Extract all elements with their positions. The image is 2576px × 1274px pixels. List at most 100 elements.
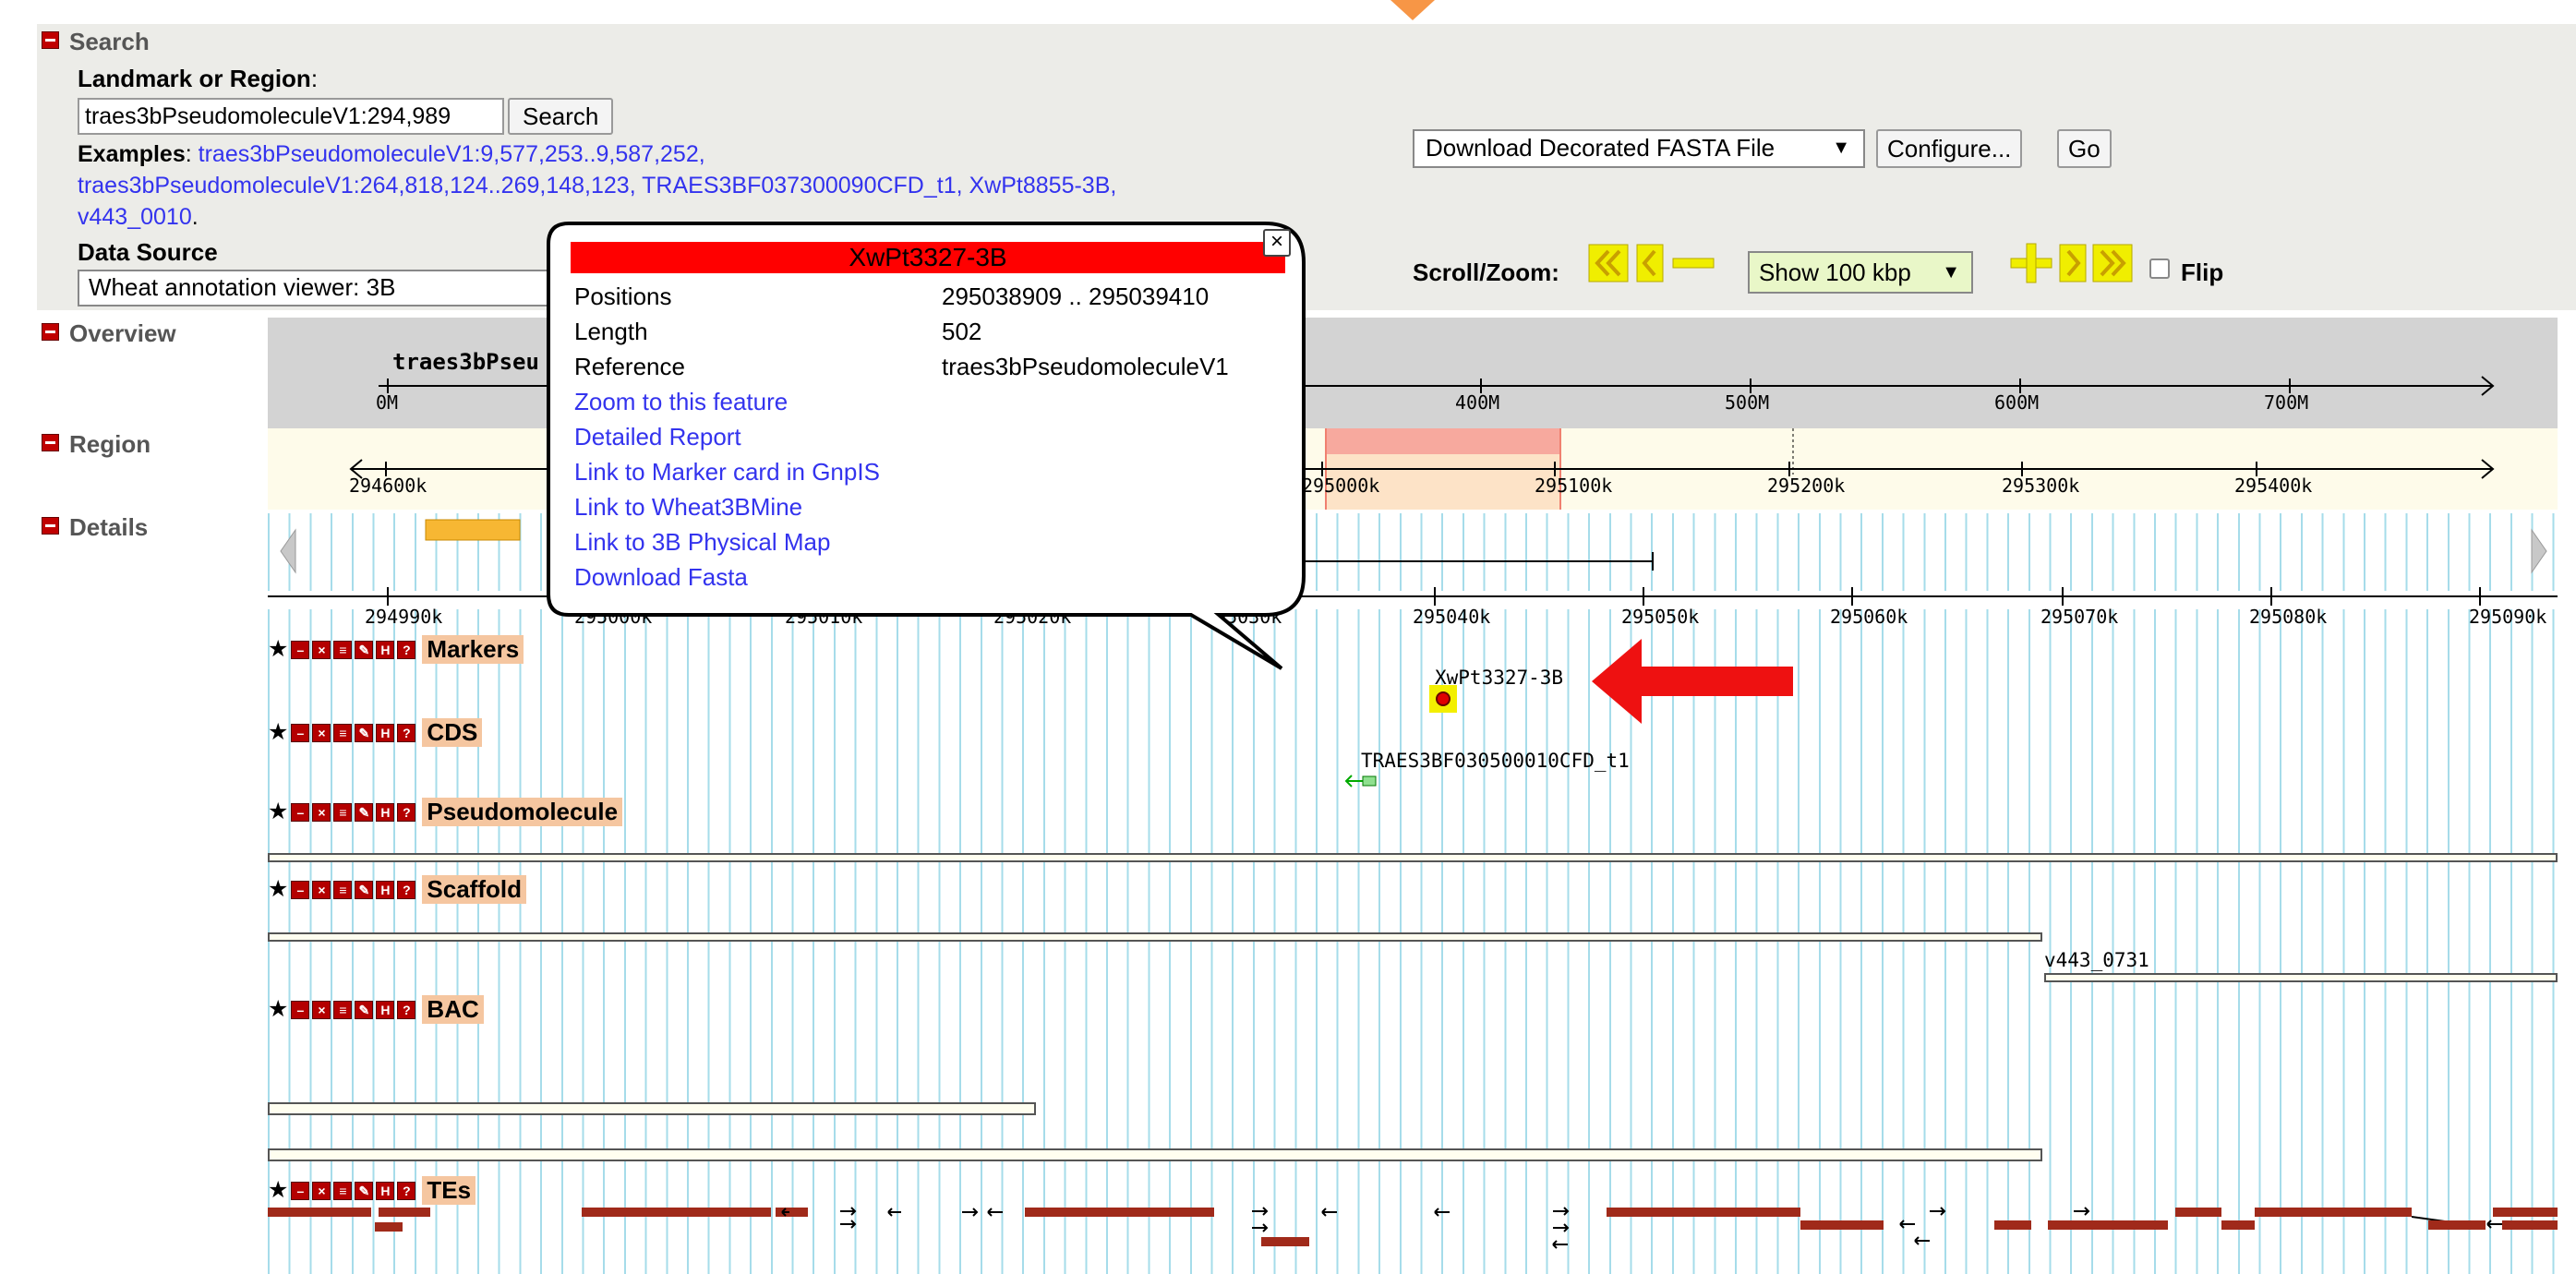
download-track-icon[interactable]: H: [376, 802, 395, 822]
scroll-far-right-icon[interactable]: [2092, 244, 2133, 282]
track-name-label: Scaffold: [422, 875, 526, 904]
bac-feature[interactable]: [2044, 973, 2558, 982]
marker-feature-glyph[interactable]: [1429, 685, 1459, 713]
zoom-out-icon[interactable]: [1671, 249, 1715, 277]
collapse-track-icon[interactable]: –: [291, 723, 310, 742]
configure-button[interactable]: Configure...: [1876, 129, 2023, 168]
pan-right-icon[interactable]: [2528, 528, 2550, 574]
track-header-cds[interactable]: ★ – × ≡ ✎ H ? CDS: [268, 718, 483, 747]
overview-section-title: Overview: [69, 319, 176, 347]
favorite-star-icon[interactable]: ★: [268, 638, 288, 661]
download-track-icon[interactable]: H: [376, 880, 395, 899]
configure-track-icon[interactable]: ✎: [355, 640, 374, 659]
example-link[interactable]: traes3bPseudomoleculeV1:264,818,124..269…: [78, 173, 636, 198]
close-track-icon[interactable]: ×: [312, 723, 331, 742]
example-link[interactable]: XwPt8855-3B,: [969, 173, 1117, 198]
overview-tick-label: 0M: [376, 391, 399, 414]
download-track-icon[interactable]: H: [376, 1000, 395, 1019]
configure-track-icon[interactable]: ✎: [355, 1000, 374, 1019]
wheat3bmine-link[interactable]: Link to Wheat3BMine: [574, 489, 1229, 524]
close-track-icon[interactable]: ×: [312, 1000, 331, 1019]
share-track-icon[interactable]: ≡: [333, 880, 353, 899]
example-link[interactable]: v443_0010: [78, 204, 192, 230]
favorite-star-icon[interactable]: ★: [268, 878, 288, 901]
close-icon[interactable]: ×: [1263, 229, 1291, 257]
download-fasta-link[interactable]: Download Fasta: [574, 559, 1229, 595]
scaffold-feature[interactable]: [268, 932, 2042, 942]
collapse-track-icon[interactable]: –: [291, 1000, 310, 1019]
zoom-to-feature-link[interactable]: Zoom to this feature: [574, 384, 1229, 419]
bac-feature[interactable]: [268, 1148, 2042, 1161]
details-collapse-icon[interactable]: [42, 517, 59, 539]
collapse-track-icon[interactable]: –: [291, 802, 310, 822]
dropdown-arrow-icon: ▼: [1942, 262, 1960, 282]
go-button[interactable]: Go: [2057, 129, 2112, 168]
data-source-select[interactable]: Wheat annotation viewer: 3B: [78, 270, 595, 306]
help-track-icon[interactable]: ?: [397, 723, 416, 742]
track-header-bac[interactable]: ★ – × ≡ ✎ H ? BAC: [268, 995, 484, 1024]
region-tick-label: 295000k: [1302, 475, 1380, 497]
physical-map-link[interactable]: Link to 3B Physical Map: [574, 524, 1229, 559]
zoom-in-icon[interactable]: [2009, 242, 2053, 284]
zoom-select[interactable]: Show 100 kbp ▼: [1748, 251, 1973, 294]
cds-feature-label[interactable]: TRAES3BF030500010CFD_t1: [1361, 750, 1630, 772]
share-track-icon[interactable]: ≡: [333, 802, 353, 822]
share-track-icon[interactable]: ≡: [333, 1000, 353, 1019]
dropdown-arrow-icon: ▼: [1832, 138, 1850, 158]
track-header-scaffold[interactable]: ★ – × ≡ ✎ H ? Scaffold: [268, 875, 526, 904]
configure-track-icon[interactable]: ✎: [355, 880, 374, 899]
overview-collapse-icon[interactable]: [42, 323, 59, 345]
favorite-star-icon[interactable]: ★: [268, 1179, 288, 1202]
cds-feature-glyph[interactable]: [1344, 772, 1381, 790]
example-link[interactable]: TRAES3BF037300090CFD_t1,: [642, 173, 962, 198]
download-select[interactable]: Download Decorated FASTA File ▼: [1413, 129, 1865, 168]
favorite-star-icon[interactable]: ★: [268, 800, 288, 823]
share-track-icon[interactable]: ≡: [333, 640, 353, 659]
download-track-icon[interactable]: H: [376, 1181, 395, 1200]
detailed-report-link[interactable]: Detailed Report: [574, 419, 1229, 454]
scroll-left-icon[interactable]: [1636, 244, 1664, 282]
download-track-icon[interactable]: H: [376, 723, 395, 742]
configure-track-icon[interactable]: ✎: [355, 802, 374, 822]
flip-checkbox[interactable]: [2149, 258, 2170, 279]
landmark-input[interactable]: [78, 98, 504, 135]
close-track-icon[interactable]: ×: [312, 1181, 331, 1200]
region-collapse-icon[interactable]: [42, 434, 59, 456]
example-link[interactable]: traes3bPseudomoleculeV1:9,577,253..9,587…: [199, 141, 705, 167]
track-header-markers[interactable]: ★ – × ≡ ✎ H ? Markers: [268, 635, 524, 664]
pan-left-icon[interactable]: [277, 528, 299, 574]
collapse-track-icon[interactable]: –: [291, 1181, 310, 1200]
scroll-right-icon[interactable]: [2059, 244, 2087, 282]
search-button[interactable]: Search: [508, 98, 614, 135]
help-track-icon[interactable]: ?: [397, 880, 416, 899]
collapse-track-icon[interactable]: –: [291, 880, 310, 899]
help-track-icon[interactable]: ?: [397, 640, 416, 659]
share-track-icon[interactable]: ≡: [333, 723, 353, 742]
close-track-icon[interactable]: ×: [312, 640, 331, 659]
close-track-icon[interactable]: ×: [312, 802, 331, 822]
region-feature-line[interactable]: [1274, 548, 1662, 574]
details-section-title: Details: [69, 513, 149, 541]
scroll-far-left-icon[interactable]: [1588, 244, 1629, 282]
bac-feature[interactable]: [268, 1102, 1036, 1115]
download-track-icon[interactable]: H: [376, 640, 395, 659]
details-tick-label: 295040k: [1413, 606, 1491, 628]
search-collapse-icon[interactable]: [42, 31, 59, 54]
help-track-icon[interactable]: ?: [397, 802, 416, 822]
help-track-icon[interactable]: ?: [397, 1000, 416, 1019]
pseudomolecule-feature[interactable]: [268, 853, 2558, 862]
configure-track-icon[interactable]: ✎: [355, 723, 374, 742]
favorite-star-icon[interactable]: ★: [268, 721, 288, 744]
te-features[interactable]: [268, 1200, 2558, 1274]
bac-feature-label[interactable]: v443_0731: [2044, 949, 2149, 971]
track-header-pseudomolecule[interactable]: ★ – × ≡ ✎ H ? Pseudomolecule: [268, 798, 623, 826]
share-track-icon[interactable]: ≡: [333, 1181, 353, 1200]
gnpis-marker-card-link[interactable]: Link to Marker card in GnpIS: [574, 454, 1229, 489]
favorite-star-icon[interactable]: ★: [268, 998, 288, 1021]
configure-track-icon[interactable]: ✎: [355, 1181, 374, 1200]
region-feature-box[interactable]: [425, 519, 521, 541]
search-section-title: Search: [69, 28, 150, 55]
close-track-icon[interactable]: ×: [312, 880, 331, 899]
help-track-icon[interactable]: ?: [397, 1181, 416, 1200]
collapse-track-icon[interactable]: –: [291, 640, 310, 659]
